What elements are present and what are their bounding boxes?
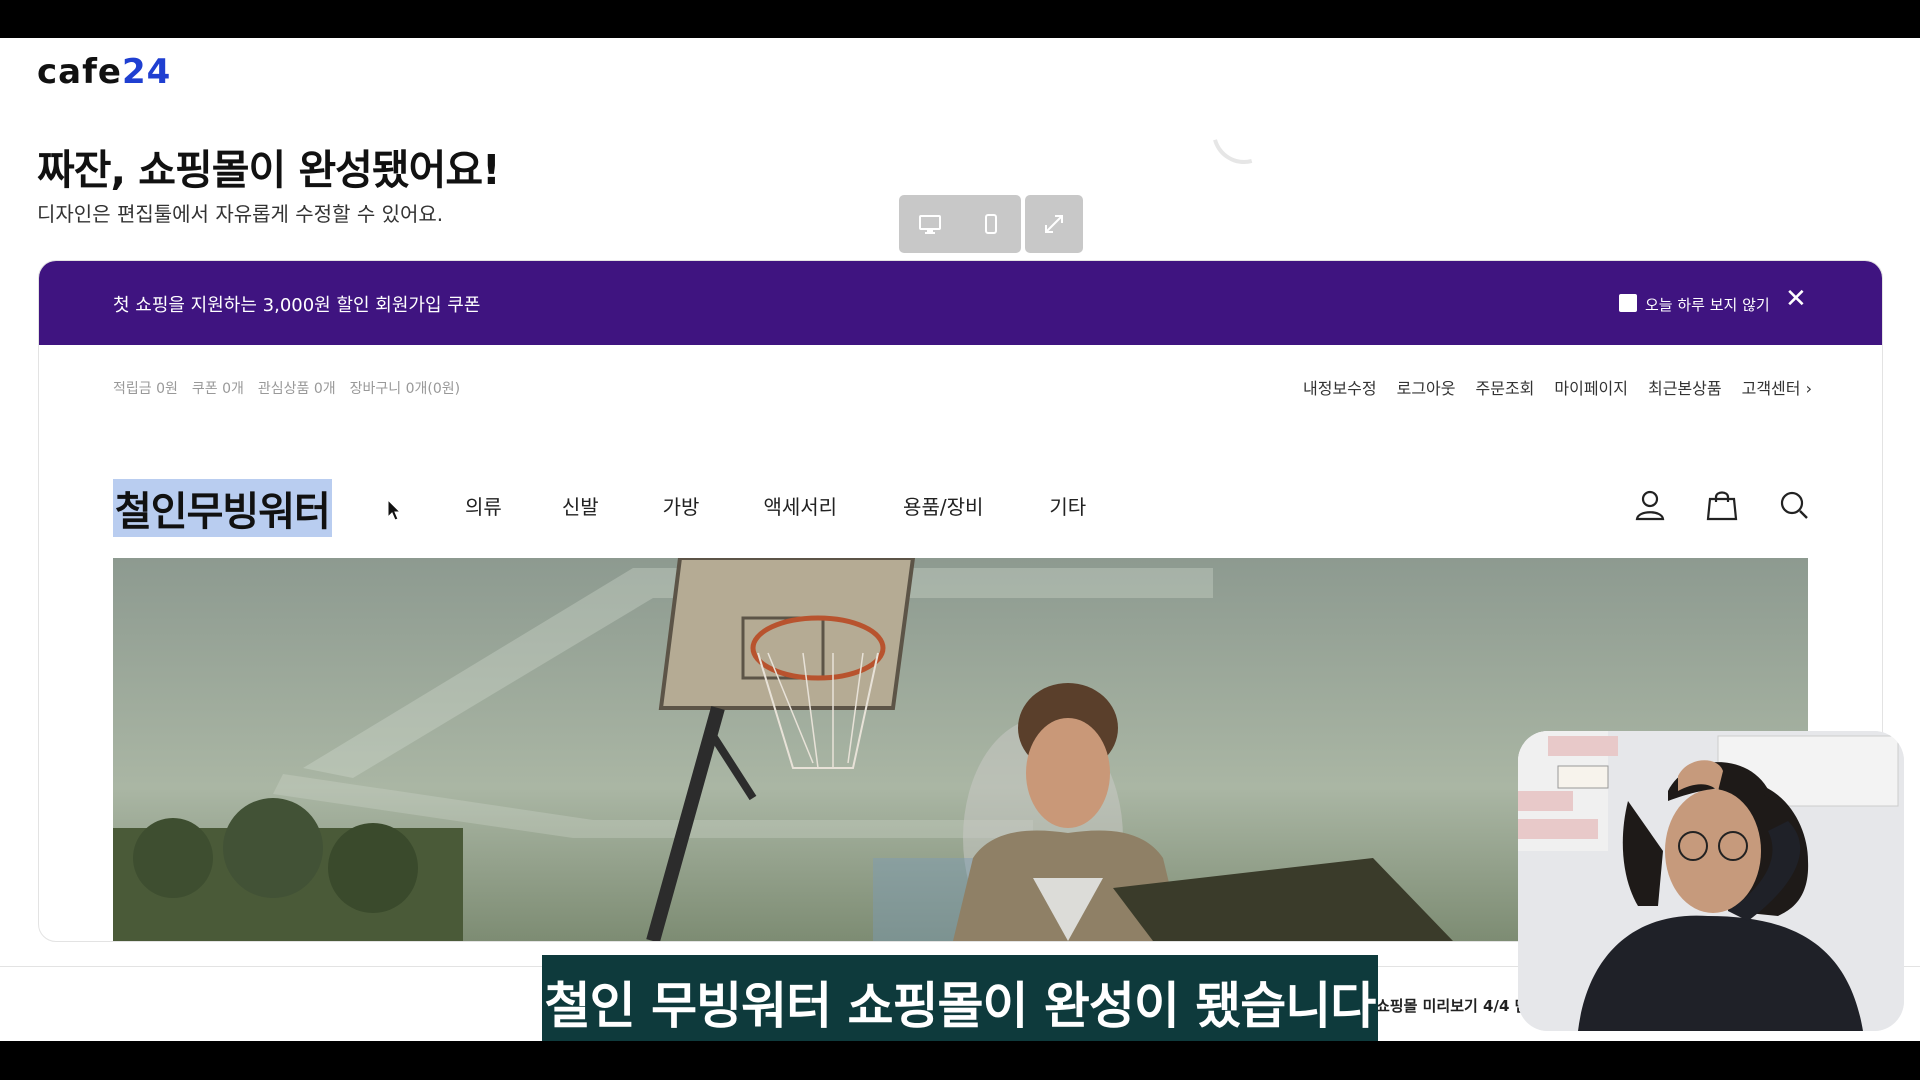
nav-item-clothing[interactable]: 의류 (465, 491, 502, 520)
hide-today-checkbox[interactable] (1619, 294, 1637, 312)
hide-today-label[interactable]: 오늘 하루 보지 않기 (1645, 294, 1770, 315)
expand-icon (1045, 215, 1063, 233)
webcam-feed (1518, 731, 1904, 1031)
search-icon[interactable] (1777, 488, 1811, 522)
page-title: 짜잔, 쇼핑몰이 완성됐어요! (37, 146, 501, 194)
chevron-right-icon: › (1805, 379, 1812, 398)
smartphone-icon (984, 214, 997, 234)
letterbox-top (0, 0, 1920, 38)
presenter-webcam (1518, 731, 1904, 1031)
nav-item-accessories[interactable]: 액세서리 (763, 491, 837, 520)
shopping-bag-icon[interactable] (1705, 488, 1739, 522)
util-cart[interactable]: 장바구니 0개(0원) (350, 378, 460, 398)
link-recently-viewed[interactable]: 최근본상품 (1648, 375, 1722, 399)
category-nav: 의류 신발 가방 액세서리 용품/장비 기타 (465, 491, 1086, 520)
mouse-cursor-icon (387, 499, 402, 521)
page-subtitle: 디자인은 편집툴에서 자유롭게 수정할 수 있어요. (37, 202, 444, 226)
link-logout[interactable]: 로그아웃 (1397, 375, 1456, 399)
video-caption: 철인 무빙워터 쇼핑몰이 완성이 됐습니다 (542, 955, 1378, 1041)
nav-item-gear[interactable]: 용품/장비 (903, 491, 983, 520)
util-points[interactable]: 적립금 0원 (113, 378, 178, 398)
shop-brand-logo[interactable]: 철인무빙워터 (113, 479, 332, 537)
util-coupons[interactable]: 쿠폰 0개 (192, 378, 244, 398)
link-edit-profile[interactable]: 내정보수정 (1303, 375, 1377, 399)
builder-page: cafe24 짜잔, 쇼핑몰이 완성됐어요! 디자인은 편집툴에서 자유롭게 수… (0, 38, 1920, 1041)
mobile-view-button[interactable] (960, 195, 1021, 253)
promo-text[interactable]: 첫 쇼핑을 지원하는 3,000원 할인 회원가입 쿠폰 (113, 291, 480, 317)
cafe24-logo[interactable]: cafe24 (37, 52, 171, 92)
nav-item-etc[interactable]: 기타 (1049, 491, 1086, 520)
letterbox-bottom (0, 1041, 1920, 1080)
account-menu: 내정보수정 로그아웃 주문조회 마이페이지 최근본상품 고객센터 › (1303, 375, 1812, 399)
link-mypage[interactable]: 마이페이지 (1554, 375, 1628, 399)
nav-item-bags[interactable]: 가방 (663, 491, 700, 520)
promo-banner: 첫 쇼핑을 지원하는 3,000원 할인 회원가입 쿠폰 오늘 하루 보지 않기… (39, 261, 1882, 345)
user-icon[interactable] (1633, 488, 1667, 522)
account-summary: 적립금 0원 쿠폰 0개 관심상품 0개 장바구니 0개(0원) (113, 378, 460, 398)
util-wishlist[interactable]: 관심상품 0개 (258, 378, 336, 398)
view-toggle (899, 195, 1021, 253)
header-icons (1633, 488, 1811, 522)
link-order-lookup[interactable]: 주문조회 (1476, 375, 1535, 399)
loading-spinner (1200, 88, 1288, 176)
link-customer-center[interactable]: 고객센터 › (1742, 375, 1812, 399)
desktop-view-button[interactable] (899, 195, 960, 253)
close-icon[interactable]: ✕ (1785, 286, 1807, 312)
monitor-icon (918, 215, 941, 234)
fullscreen-button[interactable] (1025, 195, 1083, 253)
nav-item-shoes[interactable]: 신발 (562, 491, 599, 520)
